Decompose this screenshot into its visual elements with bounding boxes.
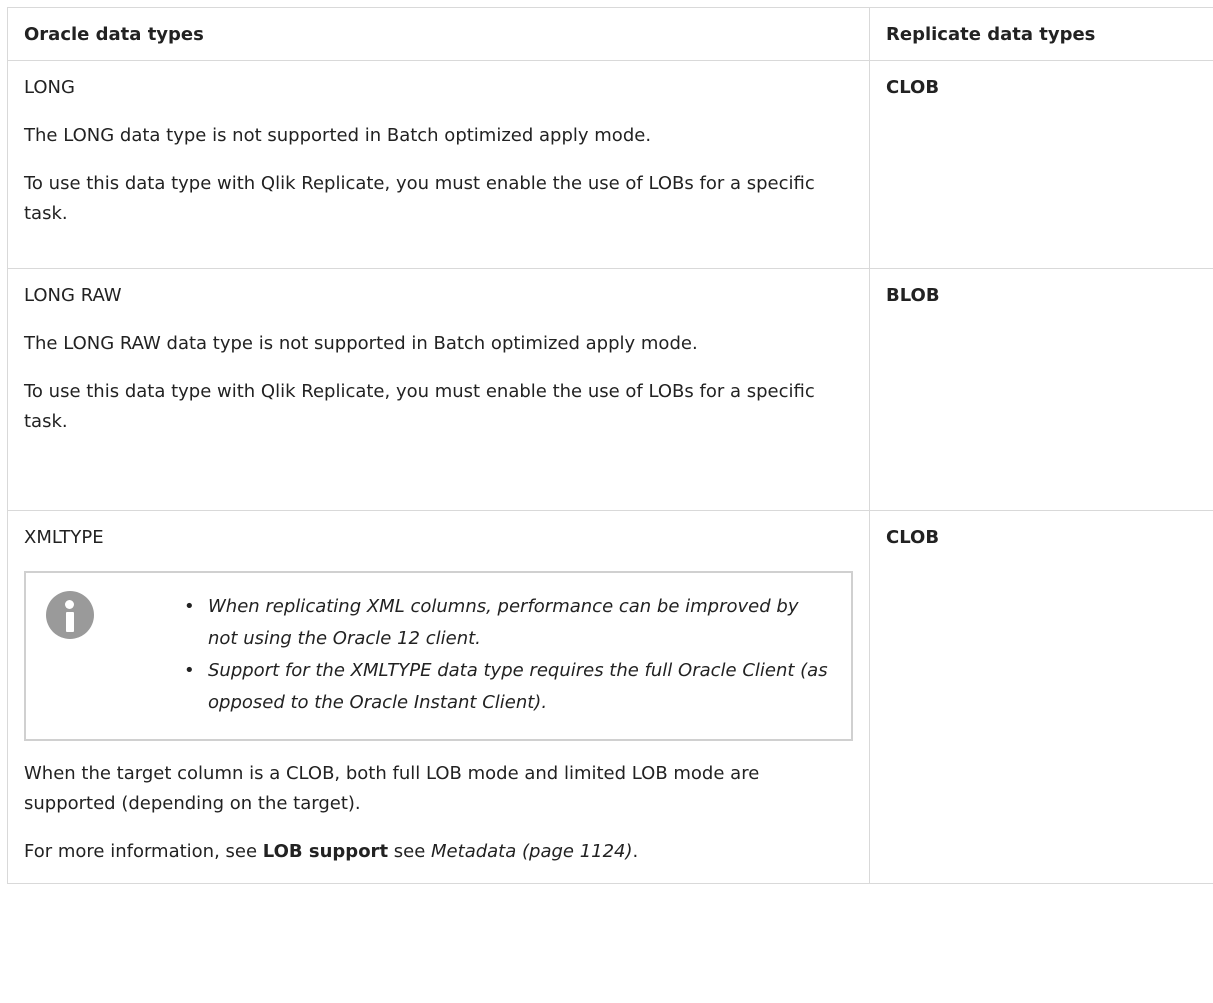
data-types-table: Oracle data types Replicate data types L…: [7, 7, 1213, 884]
table-header-row: Oracle data types Replicate data types: [7, 7, 1213, 61]
header-replicate-data-types: Replicate data types: [869, 7, 1213, 61]
lob-support-link[interactable]: LOB support: [263, 841, 388, 862]
oracle-type-name: LONG: [24, 77, 75, 98]
clob-mode-text: When the target column is a CLOB, both f…: [24, 763, 760, 814]
more-info-mid: see: [388, 841, 432, 862]
replicate-type-name: BLOB: [886, 285, 940, 306]
info-note-box: When replicating XML columns, performanc…: [24, 571, 853, 741]
oracle-type-cell: LONG RAW The LONG RAW data type is not s…: [7, 268, 870, 511]
replicate-type-name: CLOB: [886, 77, 940, 98]
info-bullet-list: When replicating XML columns, performanc…: [184, 591, 831, 719]
replicate-type-name: CLOB: [886, 527, 940, 548]
info-bullet: Support for the XMLTYPE data type requir…: [184, 655, 831, 719]
type-description: The LONG RAW data type is not supported …: [24, 333, 698, 354]
metadata-page-link[interactable]: Metadata (page 1124): [431, 841, 633, 862]
header-oracle-data-types: Oracle data types: [7, 7, 870, 61]
oracle-type-cell: LONG The LONG data type is not supported…: [7, 60, 870, 269]
oracle-type-cell: XMLTYPE When replicating XML columns, pe…: [7, 510, 870, 884]
type-description: The LONG data type is not supported in B…: [24, 125, 652, 146]
oracle-type-name: XMLTYPE: [24, 527, 104, 548]
oracle-type-name: LONG RAW: [24, 285, 122, 306]
type-note: To use this data type with Qlik Replicat…: [24, 173, 815, 224]
info-bullet: When replicating XML columns, performanc…: [184, 591, 831, 655]
table-row: XMLTYPE When replicating XML columns, pe…: [7, 510, 1213, 884]
replicate-type-cell: BLOB: [869, 268, 1213, 511]
table-row: LONG RAW The LONG RAW data type is not s…: [7, 268, 1213, 511]
replicate-type-cell: CLOB: [869, 60, 1213, 269]
more-info-prefix: For more information, see: [24, 841, 263, 862]
type-note: To use this data type with Qlik Replicat…: [24, 381, 815, 432]
info-icon: [46, 591, 94, 639]
replicate-type-cell: CLOB: [869, 510, 1213, 884]
more-info-suffix: .: [632, 841, 639, 862]
table-row: LONG The LONG data type is not supported…: [7, 60, 1213, 269]
more-info-text: For more information, see LOB support se…: [24, 837, 853, 867]
